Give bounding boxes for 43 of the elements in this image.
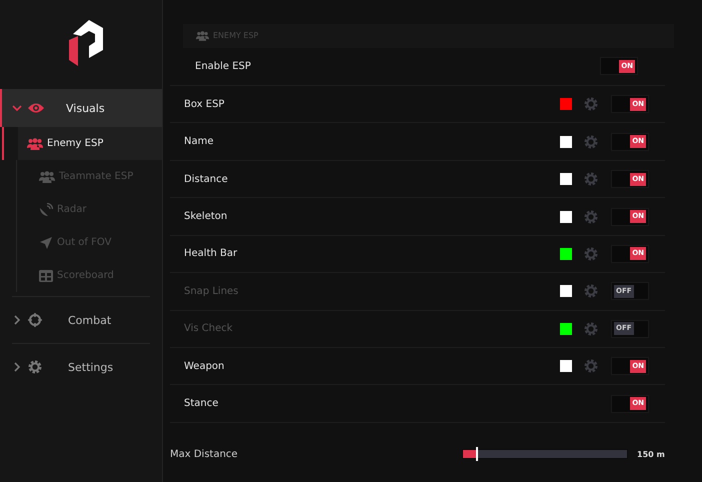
option-label: Snap Lines [184, 286, 238, 297]
option-label: Vis Check [184, 323, 233, 334]
color-swatch[interactable] [560, 322, 572, 335]
color-swatch[interactable] [560, 136, 572, 148]
crosshair-icon [28, 313, 42, 327]
people-icon [27, 138, 43, 150]
navigation-arrow-icon [39, 236, 53, 250]
option-label: Name [184, 136, 214, 148]
color-swatch[interactable] [560, 98, 572, 110]
gear-icon [28, 360, 42, 374]
option-label: Skeleton [184, 211, 228, 222]
nav-label: Visuals [66, 102, 105, 114]
slider-track[interactable] [462, 449, 628, 460]
eye-icon [28, 102, 44, 114]
color-swatch[interactable] [560, 285, 572, 298]
nav-item[interactable]: Settings [0, 348, 162, 386]
chevron-icon [12, 362, 22, 372]
slider-value: 150 m [637, 450, 665, 459]
table-icon [39, 270, 53, 282]
people-icon [196, 30, 209, 41]
color-swatch[interactable] [560, 360, 572, 372]
option-label: Box ESP [184, 98, 224, 110]
option-label: Enable ESP [195, 60, 251, 72]
option-label: Distance [184, 174, 228, 185]
sub-nav-label: Enemy ESP [47, 138, 104, 149]
slider-label: Max Distance [170, 448, 239, 460]
color-swatch[interactable] [560, 210, 572, 222]
nav-label: Combat [68, 314, 112, 326]
nav-label: Settings [68, 360, 114, 374]
color-swatch[interactable] [560, 248, 572, 260]
option-label: Health Bar [184, 248, 238, 260]
chevron-icon [12, 315, 22, 325]
logo-icon [67, 20, 103, 66]
color-swatch[interactable] [560, 173, 572, 186]
nav-item[interactable]: Combat [0, 301, 162, 339]
nav-item[interactable]: Visuals [0, 89, 162, 127]
slider-handle[interactable] [476, 447, 478, 462]
option-label: Stance [184, 398, 218, 410]
sub-nav-item[interactable]: Enemy ESP [2, 127, 162, 160]
option-label: Weapon [184, 360, 224, 372]
chevron-icon [12, 103, 22, 113]
people-icon [39, 170, 55, 182]
radar-icon [39, 202, 53, 216]
